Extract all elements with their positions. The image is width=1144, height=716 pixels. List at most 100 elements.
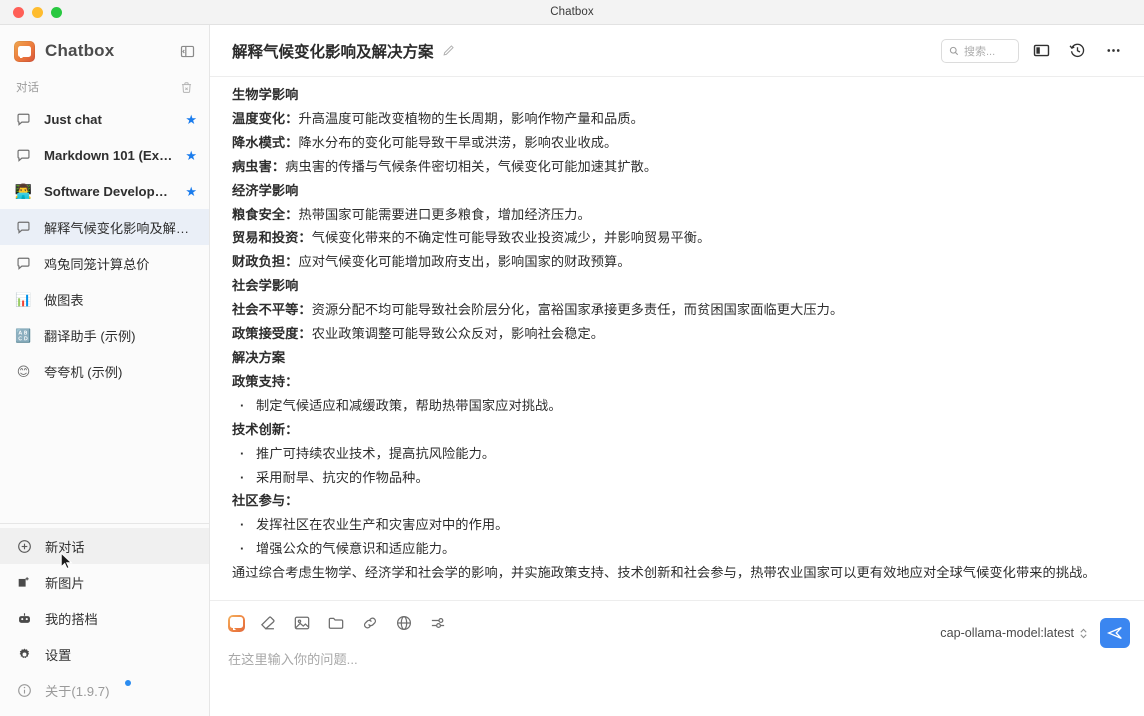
link-icon[interactable]	[359, 612, 381, 634]
message-heading: 生物学影响	[232, 87, 299, 102]
robot-icon	[16, 611, 32, 626]
conversation-label: Software Developer (E…	[44, 183, 173, 199]
translate-emoji-icon: 🔠	[15, 327, 32, 343]
window-title: Chatbox	[550, 6, 594, 18]
globe-icon[interactable]	[393, 612, 415, 634]
sidebar-item-conversation[interactable]: Just chat ★	[0, 101, 209, 137]
update-badge-dot	[124, 680, 131, 686]
sidebar-action-item[interactable]: 新对话	[0, 528, 209, 570]
sidebar-item-conversation[interactable]: 📊 做图表	[0, 281, 209, 317]
folder-icon[interactable]	[325, 612, 347, 634]
brand-name: Chatbox	[45, 41, 115, 60]
image-icon[interactable]	[291, 612, 313, 634]
search-input[interactable]: 搜索...	[941, 38, 1019, 63]
message-bullet: 制定气候适应和减缓政策，帮助热带国家应对挑战。	[232, 394, 1122, 418]
sidebar-action-item[interactable]: 设置	[0, 636, 209, 672]
chat-bubble-icon	[15, 112, 32, 127]
history-clock-icon[interactable]	[1063, 37, 1091, 65]
conversation-label: 夸夸机 (示例)	[44, 364, 123, 380]
sidebar-action-label: 设置	[45, 647, 72, 663]
conversation-list: Just chat ★ Markdown 101 (Exam… ★ 👨‍💻 Softwar…	[0, 101, 209, 389]
conversation-label: 做图表	[44, 292, 84, 308]
send-button[interactable]	[1100, 618, 1130, 648]
model-selector[interactable]: cap-ollama-model:latest	[940, 626, 1088, 640]
chat-header: 解释气候变化影响及解决方案 搜索...	[210, 25, 1144, 77]
more-horizontal-icon[interactable]	[1099, 37, 1127, 65]
message-term-line: 社会不平等：资源分配不均可能导致社会阶层分化，富裕国家承接更多责任，而贫困国家面…	[232, 298, 1122, 321]
sidebar-action-item[interactable]: 关于(1.9.7)	[0, 672, 209, 708]
sidebar-action-item[interactable]: 新图片	[0, 564, 209, 600]
message-term-line: 温度变化：升高温度可能改变植物的生长周期，影响作物产量和品质。	[232, 107, 1122, 130]
message-term: 社会不平等：	[232, 302, 312, 318]
chat-bubble-icon	[15, 256, 32, 271]
chevron-updown-icon	[1079, 627, 1088, 640]
star-icon[interactable]: ★	[185, 113, 197, 126]
message-heading: 政策支持：	[232, 373, 299, 389]
bar-chart-emoji-icon: 📊	[15, 291, 32, 307]
message-term: 政策接受度：	[232, 326, 312, 342]
page-title: 解释气候变化影响及解决方案	[232, 43, 434, 61]
conversation-label: Markdown 101 (Exam…	[44, 147, 173, 163]
message-term-line: 政策接受度：农业政策调整可能导致公众反对，影响社会稳定。	[232, 322, 1122, 345]
message-term-line: 粮食安全：热带国家可能需要进口更多粮食，增加经济压力。	[232, 203, 1122, 226]
sidebar-action-label: 新图片	[45, 575, 85, 591]
message-heading: 解决方案	[232, 349, 286, 365]
message-scroll-area[interactable]: 生物学影响 温度变化：升高温度可能改变植物的生长周期，影响作物产量和品质。 降水模式…	[210, 77, 1144, 600]
gear-icon	[16, 647, 32, 662]
eraser-icon[interactable]	[257, 612, 279, 634]
trash-icon[interactable]	[180, 81, 193, 94]
sidebar-action-item[interactable]: 我的搭档	[0, 600, 209, 636]
sidebar-item-conversation[interactable]: 😊 夸夸机 (示例)	[0, 353, 209, 389]
chatbox-logo-icon[interactable]	[228, 614, 245, 632]
message-definition: 病虫害的传播与气候条件密切相关，气候变化可能加速其扩散。	[285, 158, 658, 174]
message-term-line: 病虫害：病虫害的传播与气候条件密切相关，气候变化可能加速其扩散。	[232, 155, 1122, 178]
search-icon	[949, 46, 959, 55]
praise-emoji-icon: 😊	[16, 363, 31, 379]
message-definition: 热带国家可能需要进口更多粮食，增加经济压力。	[298, 206, 591, 222]
conversation-label: 解释气候变化影响及解决方案	[44, 220, 197, 236]
developer-emoji-icon: 👨‍💻	[14, 183, 33, 199]
message-bullet: 发挥社区在农业生产和灾害应对中的作用。	[232, 513, 1122, 537]
message-bullet: 增强公众的气候意识和适应能力。	[232, 537, 1122, 561]
conversations-section-header: 对话	[0, 77, 209, 101]
search-placeholder: 搜索...	[964, 45, 996, 58]
star-icon[interactable]: ★	[185, 185, 197, 198]
window-titlebar: Chatbox	[0, 0, 1144, 25]
message-term-line: 降水模式：降水分布的变化可能导致干旱或洪涝，影响农业收成。	[232, 131, 1122, 154]
message-term: 粮食安全：	[232, 206, 299, 222]
message-definition: 农业政策调整可能导致公众反对，影响社会稳定。	[311, 326, 605, 342]
sidebar-bottom-actions: 新对话新图片我的搭档设置关于(1.9.7)	[0, 528, 209, 716]
sliders-icon[interactable]	[427, 612, 449, 634]
message-bullet: 推广可持续农业技术，提高抗风险能力。	[232, 442, 1122, 466]
message-definition: 资源分配不均可能导致社会阶层分化，富裕国家承接更多责任，而贫困国家面临更大压力。	[311, 302, 844, 318]
conversation-label: 翻译助手 (示例)	[44, 328, 136, 344]
chat-bubble-icon	[15, 220, 32, 235]
sidebar-item-conversation[interactable]: Markdown 101 (Exam… ★	[0, 137, 209, 173]
sidebar-action-label: 我的搭档	[45, 611, 98, 627]
conversation-label: Just chat	[44, 111, 102, 127]
pencil-icon[interactable]	[442, 44, 455, 57]
sidebar-item-conversation[interactable]: 🔠 翻译助手 (示例)	[0, 317, 209, 353]
chatbox-window: Chatbox Chatbox 对话 Just chat ★ Markdown …	[0, 0, 1144, 716]
message-term: 财政负担：	[232, 254, 299, 270]
sidebar-item-conversation[interactable]: 鸡兔同笼计算总价	[0, 245, 209, 281]
image-plus-icon	[16, 575, 32, 590]
sidebar-divider	[0, 523, 209, 524]
info-icon	[16, 683, 32, 698]
sidebar: Chatbox 对话 Just chat ★ Markdown 101 (Exa…	[0, 25, 210, 716]
sidebar-item-conversation[interactable]: 👨‍💻 Software Developer (E… ★	[0, 173, 209, 209]
message-input-placeholder[interactable]: 在这里输入你的问题...	[228, 649, 1130, 668]
message-term-line: 财政负担：应对气候变化可能增加政府支出，影响国家的财政预算。	[232, 250, 1122, 273]
main-panel: 解释气候变化影响及解决方案 搜索... 生物学影响 温度变化：升高温度可能改变植…	[210, 25, 1144, 716]
conversation-label: 鸡兔同笼计算总价	[44, 256, 150, 272]
message-term: 降水模式：	[232, 134, 299, 150]
message-paragraph: 通过综合考虑生物学、经济学和社会学的影响，并实施政策支持、技术创新和社会参与，热…	[232, 565, 1096, 581]
sidebar-item-conversation[interactable]: 解释气候变化影响及解决方案	[0, 209, 209, 245]
plus-circle-icon	[16, 539, 32, 554]
star-icon[interactable]: ★	[185, 149, 197, 162]
layout-panel-icon[interactable]	[1027, 37, 1055, 65]
panel-collapse-icon[interactable]	[177, 41, 197, 61]
model-name: cap-ollama-model:latest	[940, 626, 1074, 640]
message-heading: 社区参与：	[232, 493, 299, 509]
